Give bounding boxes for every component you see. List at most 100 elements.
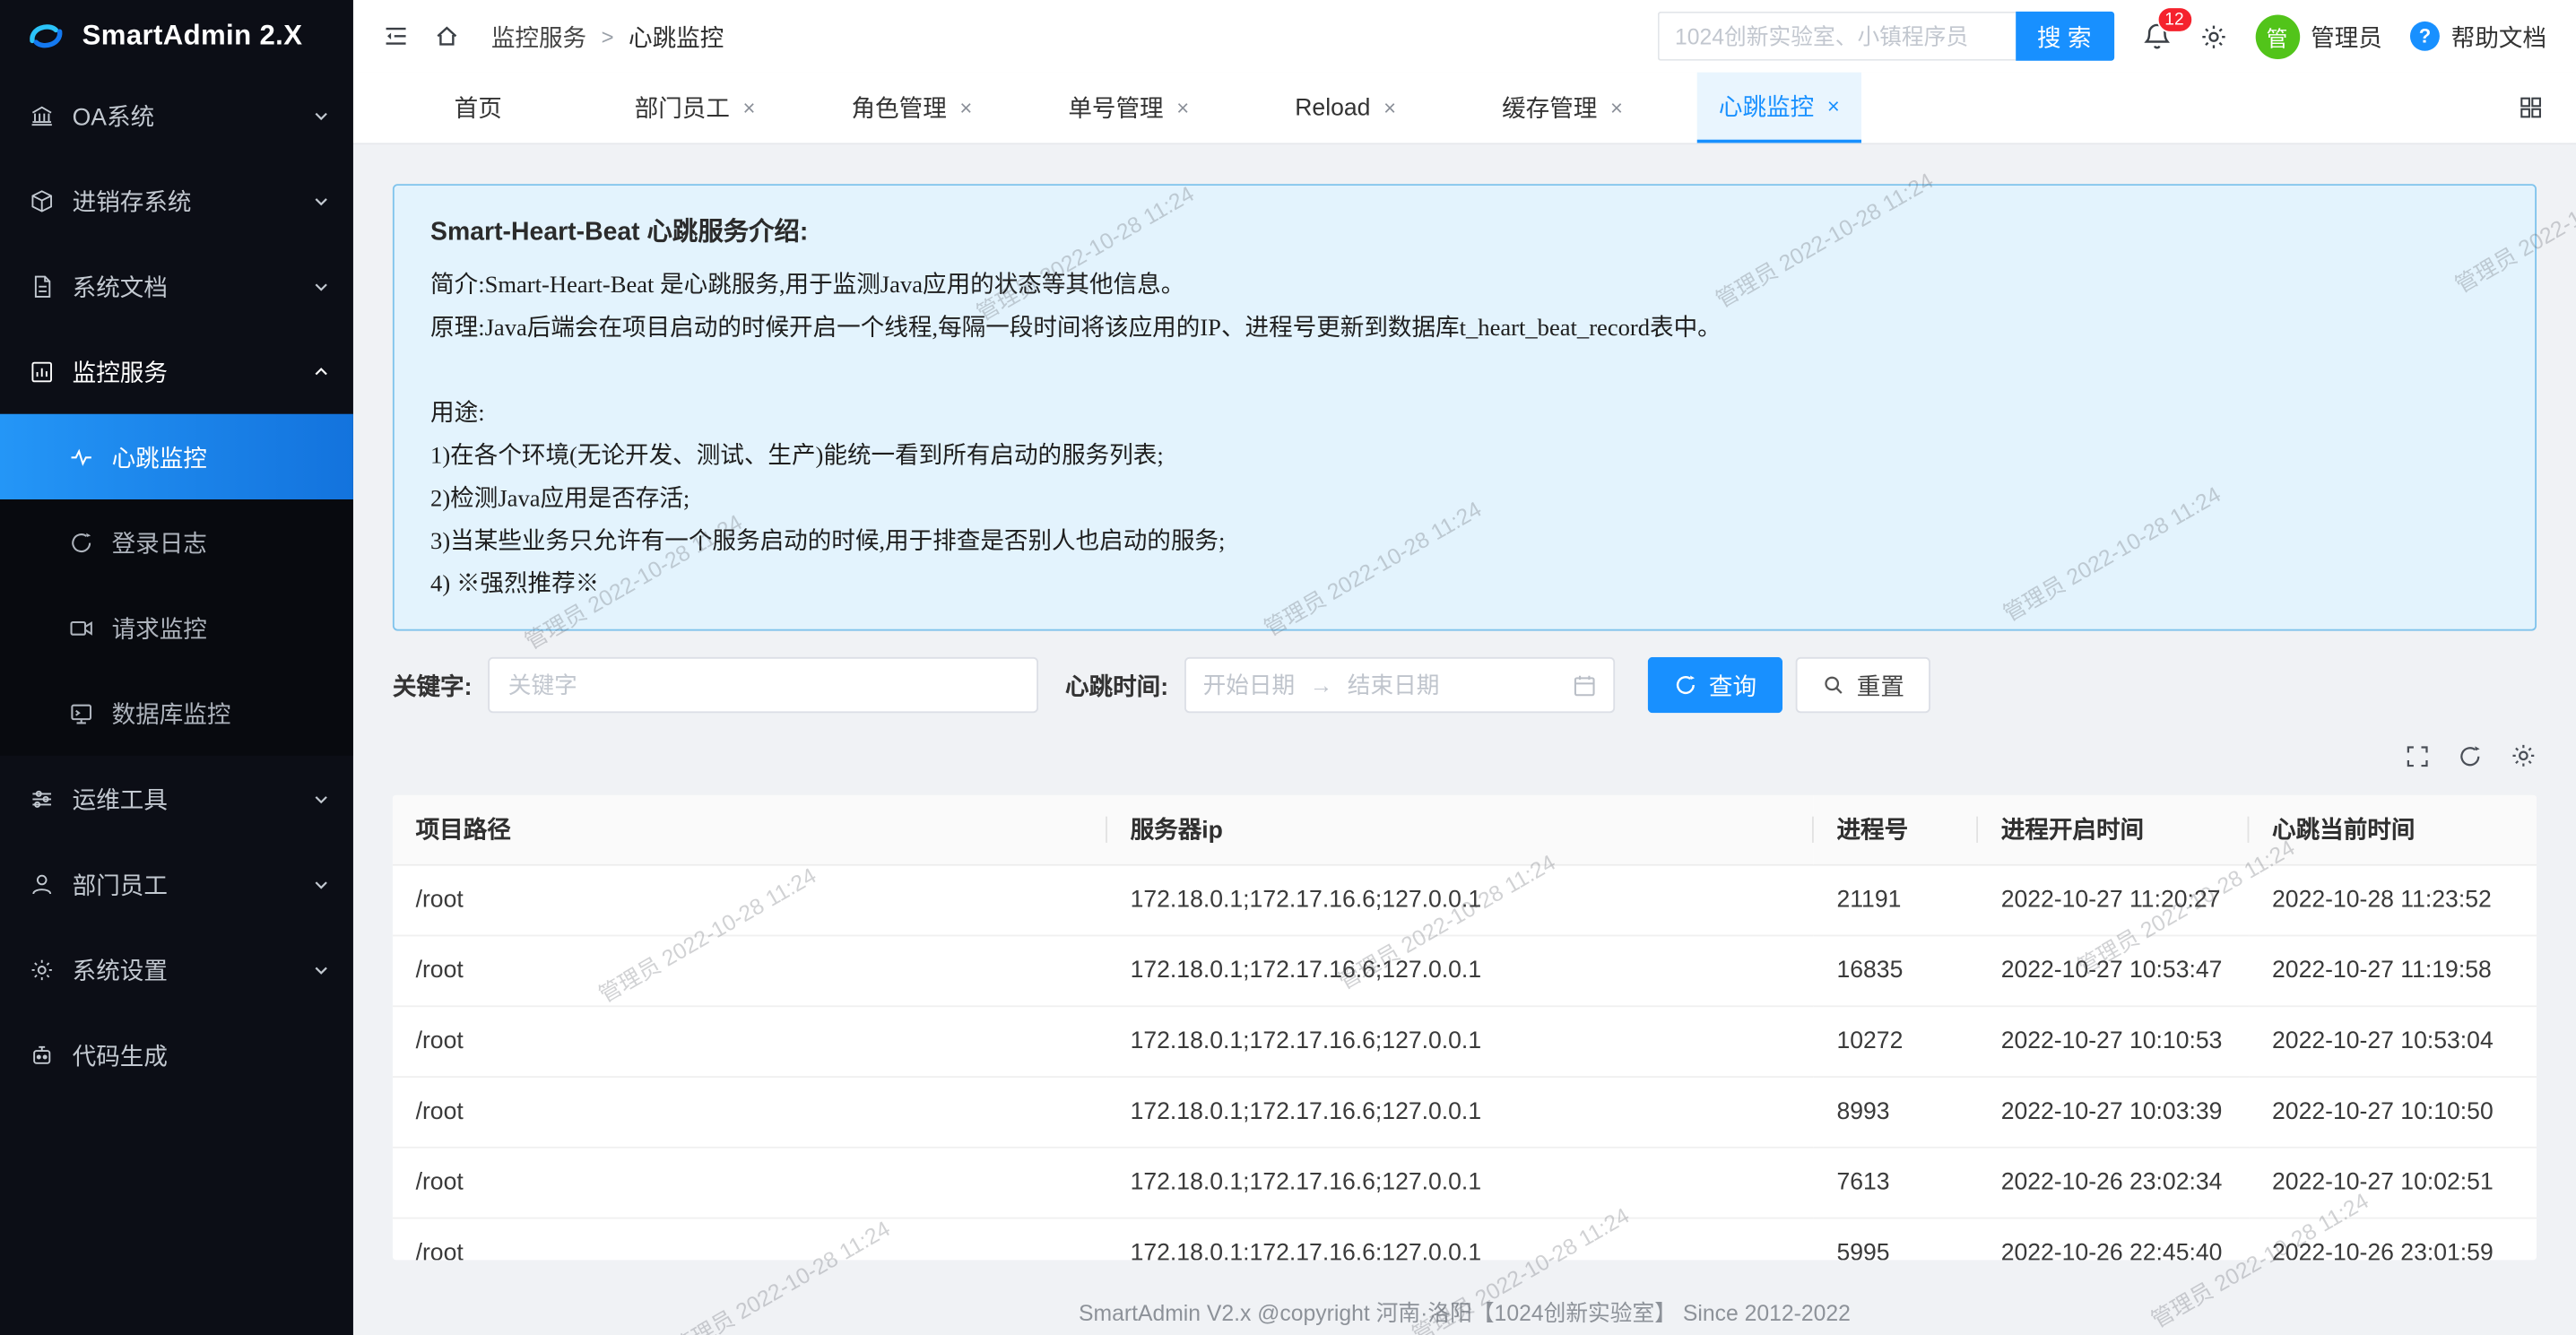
table-row[interactable]: /root172.18.0.1;172.17.16.6;127.0.0.1899…: [393, 1076, 2537, 1147]
column-header-process-start-time: 进程开启时间: [1978, 795, 2249, 864]
table-cell: 7613: [1814, 1147, 1978, 1218]
tab-home[interactable]: 首页: [369, 73, 586, 143]
keyword-input[interactable]: [489, 657, 1039, 713]
table-cell: 21191: [1814, 864, 1978, 935]
code-gen-icon: [30, 1043, 54, 1067]
sidebar: SmartAdmin 2.X OA系统 进销存系统: [0, 0, 353, 1335]
tab-grid-icon[interactable]: [2519, 95, 2543, 119]
query-button-label: 查询: [1709, 668, 1756, 702]
table-cell: 2022-10-27 11:19:58: [2249, 935, 2537, 1006]
breadcrumb-page: 心跳监控: [629, 19, 724, 53]
table-cell: 2022-10-27 10:53:04: [2249, 1005, 2537, 1076]
help-docs-link[interactable]: ? 帮助文档: [2410, 19, 2546, 53]
user-menu[interactable]: 管 管理员: [2255, 14, 2382, 58]
tab-label: 部门员工: [635, 91, 730, 125]
menu-fold-icon[interactable]: [383, 23, 409, 49]
chevron-down-icon: [312, 106, 330, 124]
app-window: SmartAdmin 2.X OA系统 进销存系统: [0, 0, 2576, 1335]
sidebar-item-heartbeat-monitor[interactable]: 心跳监控: [0, 414, 353, 499]
notification-badge: 12: [2156, 6, 2192, 32]
filter-bar: 关键字: 心跳时间: 开始日期 → 结束日期 查询: [393, 657, 2537, 713]
close-icon[interactable]: ×: [743, 97, 756, 118]
header-search-input[interactable]: [1657, 12, 2015, 61]
logo[interactable]: SmartAdmin 2.X: [0, 0, 353, 73]
reset-button[interactable]: 重置: [1796, 657, 1930, 713]
close-icon[interactable]: ×: [1827, 95, 1840, 117]
tab-role-management[interactable]: 角色管理×: [803, 73, 1020, 143]
sidebar-item-system-docs[interactable]: 系统文档: [0, 243, 353, 328]
sidebar-submenu-monitor: 心跳监控 登录日志 请求监控: [0, 414, 353, 756]
close-icon[interactable]: ×: [959, 97, 972, 118]
close-icon[interactable]: ×: [1176, 97, 1189, 118]
table-cell: 172.18.0.1;172.17.16.6;127.0.0.1: [1107, 935, 1814, 1006]
table-cell: 2022-10-27 10:10:53: [1978, 1005, 2249, 1076]
tab-reload[interactable]: Reload×: [1237, 73, 1454, 143]
sidebar-item-label: 数据库监控: [112, 696, 231, 730]
sidebar-item-ops-tools[interactable]: 运维工具: [0, 756, 353, 841]
keyword-label: 关键字:: [393, 668, 473, 702]
sidebar-item-inventory-system[interactable]: 进销存系统: [0, 158, 353, 243]
refresh-icon[interactable]: [2458, 743, 2482, 767]
sidebar-item-monitor-service[interactable]: 监控服务: [0, 328, 353, 413]
heartbeat-icon: [69, 445, 93, 469]
sidebar-item-database-monitor[interactable]: 数据库监控: [0, 671, 353, 756]
login-log-icon: [69, 530, 93, 554]
breadcrumb-section[interactable]: 监控服务: [491, 19, 586, 53]
table-row[interactable]: /root172.18.0.1;172.17.16.6;127.0.0.1761…: [393, 1147, 2537, 1218]
sidebar-item-label: 登录日志: [112, 524, 207, 559]
sidebar-item-label: 代码生成: [73, 1037, 331, 1071]
close-icon[interactable]: ×: [1610, 97, 1623, 118]
database-monitor-icon: [69, 700, 93, 724]
question-circle-icon: ?: [2410, 22, 2440, 51]
query-button[interactable]: 查询: [1648, 657, 1782, 713]
chevron-down-icon: [312, 875, 330, 893]
intro-line: 2)检测Java应用是否存活;: [430, 478, 2499, 521]
intro-line: 简介:Smart-Heart-Beat 是心跳服务,用于监测Java应用的状态等…: [430, 264, 2499, 308]
username: 管理员: [2311, 19, 2382, 53]
tab-department-staff[interactable]: 部门员工 ×: [586, 73, 803, 143]
header-search-button[interactable]: 搜 索: [2015, 12, 2113, 61]
request-monitor-icon: [69, 615, 93, 639]
column-settings-gear-icon[interactable]: [2511, 742, 2537, 768]
sidebar-item-label: 心跳监控: [112, 439, 207, 473]
notifications[interactable]: 12: [2141, 22, 2171, 51]
table-header-row: 项目路径 服务器ip 进程号 进程开启时间 心跳当前时间: [393, 795, 2537, 864]
bank-icon: [30, 103, 54, 127]
table-cell: 172.18.0.1;172.17.16.6;127.0.0.1: [1107, 1218, 1814, 1261]
table-row[interactable]: /root172.18.0.1;172.17.16.6;127.0.0.1599…: [393, 1218, 2537, 1261]
sidebar-item-oa-system[interactable]: OA系统: [0, 73, 353, 158]
tab-cache-management[interactable]: 缓存管理×: [1454, 73, 1671, 143]
intro-body: 简介:Smart-Heart-Beat 是心跳服务,用于监测Java应用的状态等…: [430, 264, 2499, 606]
date-range-picker[interactable]: 开始日期 → 结束日期: [1184, 657, 1615, 713]
page-footer: SmartAdmin V2.x @copyright 河南·洛阳【1024创新实…: [353, 1287, 2576, 1335]
close-icon[interactable]: ×: [1383, 97, 1396, 118]
fullscreen-icon[interactable]: [2405, 743, 2429, 767]
gear-icon[interactable]: [2199, 22, 2226, 50]
main-content: Smart-Heart-Beat 心跳服务介绍: 简介:Smart-Heart-…: [353, 144, 2576, 1335]
home-icon[interactable]: [434, 23, 460, 49]
chevron-down-icon: [312, 277, 330, 295]
table-cell: 2022-10-26 23:01:59: [2249, 1218, 2537, 1261]
intro-line: 3)当某些业务只允许有一个服务启动的时候,用于排查是否别人也启动的服务;: [430, 521, 2499, 564]
sidebar-item-system-settings[interactable]: 系统设置: [0, 926, 353, 1011]
table-cell: 8993: [1814, 1076, 1978, 1147]
ops-tools-icon: [30, 786, 54, 811]
table-row[interactable]: /root172.18.0.1;172.17.16.6;127.0.0.1102…: [393, 1005, 2537, 1076]
sidebar-item-label: 进销存系统: [73, 183, 294, 217]
sidebar-menu: OA系统 进销存系统 系统文档 监: [0, 73, 353, 1097]
table-row[interactable]: /root172.18.0.1;172.17.16.6;127.0.0.1168…: [393, 935, 2537, 1006]
table-body: /root172.18.0.1;172.17.16.6;127.0.0.1211…: [393, 864, 2537, 1261]
table-cell: 2022-10-28 11:23:52: [2249, 864, 2537, 935]
intro-line: 原理:Java后端会在项目启动的时候开启一个线程,每隔一段时间将该应用的IP、进…: [430, 308, 2499, 351]
sidebar-item-request-monitor[interactable]: 请求监控: [0, 585, 353, 670]
heartbeat-time-label: 心跳时间:: [1065, 668, 1168, 702]
sidebar-item-login-log[interactable]: 登录日志: [0, 499, 353, 585]
tab-heartbeat-monitor[interactable]: 心跳监控×: [1670, 73, 1887, 143]
sidebar-item-code-generation[interactable]: 代码生成: [0, 1012, 353, 1097]
tab-order-management[interactable]: 单号管理×: [1020, 73, 1237, 143]
sidebar-item-department-staff[interactable]: 部门员工: [0, 841, 353, 926]
table-row[interactable]: /root172.18.0.1;172.17.16.6;127.0.0.1211…: [393, 864, 2537, 935]
tab-label: 首页: [455, 91, 502, 125]
header-right: 搜 索 12 管 管理员 ? 帮助文档: [1657, 12, 2546, 61]
table-cell: /root: [393, 864, 1107, 935]
